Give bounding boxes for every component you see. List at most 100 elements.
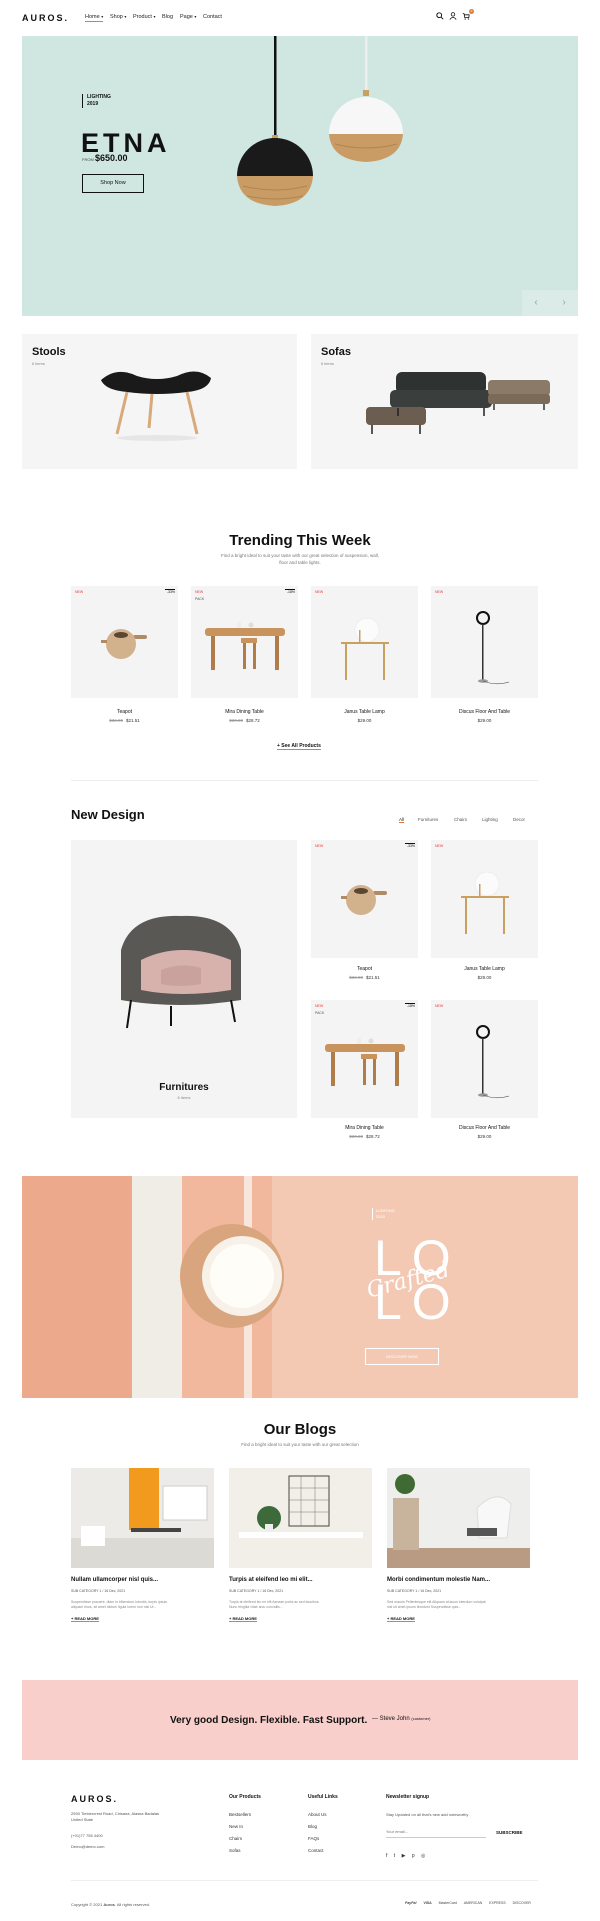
blog-title[interactable]: Morbi condimentum molestie Nam... [387,1577,490,1583]
nav-product[interactable]: Product ▾ [133,14,156,20]
promo-banner: LIGHTING 2019 LO LO Crafted DISCOVER NOW [22,1176,578,1398]
dining-table-image [325,1038,405,1086]
newsletter-text: Stay Updated on all that's new add notew… [386,1812,469,1817]
footer-logo[interactable]: AUROS. [71,1794,118,1804]
twitter-icon[interactable]: t [394,1853,395,1859]
blog-title[interactable]: Turpis at eleifend leo mi elit... [229,1577,313,1583]
footer-link[interactable]: Chairs [229,1836,242,1841]
tab-all[interactable]: All [399,817,405,823]
blog-title[interactable]: Nullam ullamcorper nisl quis... [71,1577,158,1583]
copyright: Copyright © 2021 Auros. All rights reser… [71,1902,150,1907]
product-card[interactable]: NEW [431,586,538,698]
discover-now-button[interactable]: DISCOVER NOW [365,1348,439,1365]
subscribe-button[interactable]: SUBSCRIBE [496,1830,523,1835]
blog-excerpt: Suspendisse posuere, diam in bibendum lo… [71,1600,168,1609]
read-more-link[interactable]: + READ MORE [71,1616,99,1622]
product-card[interactable]: NEW [431,1000,538,1118]
see-all-products-link[interactable]: + See All Products [277,743,321,750]
product-card[interactable]: NEW PACK -18% [191,586,298,698]
footer-link[interactable]: Sofas [229,1848,241,1853]
blog-image[interactable] [71,1468,214,1568]
footer-links-heading: Useful Links [308,1794,338,1800]
hero-price: $650.00 [95,153,128,163]
shop-now-button[interactable]: Shop Now [82,174,144,193]
blog-meta: SUB CATEGORY 1 / 16 Dec, 2021 [71,1589,126,1593]
nav-contact[interactable]: Contact [203,14,222,20]
pack-badge: PACK [315,1011,325,1015]
product-name[interactable]: Mira Dining Table [191,709,298,715]
trending-title: Trending This Week [229,532,371,549]
wall-lamp-image [180,1224,284,1328]
logo[interactable]: AUROS. [22,13,69,23]
dining-table-image [205,622,285,670]
footer-link[interactable]: FAQs [308,1836,319,1841]
product-card[interactable]: NEW [431,840,538,958]
blog-image[interactable] [387,1468,530,1568]
divider [71,780,538,781]
product-name[interactable]: Janus Table Lamp [431,966,538,972]
sofa-image [366,372,551,444]
footer-products-heading: Our Products [229,1794,261,1800]
product-name[interactable]: Mira Dining Table [311,1125,418,1131]
hero-next-button[interactable]: › [550,290,578,316]
discount-badge: -33% [165,589,175,594]
category-stools[interactable]: Stools 6 items [22,334,297,469]
user-icon[interactable] [448,12,458,22]
nav-page[interactable]: Page ▾ [180,14,196,20]
tab-furnitures[interactable]: Furnitures [418,817,438,822]
product-price: $30.00 $28.72 [349,1134,380,1139]
table-lamp-image [461,871,509,934]
hero-slider: LIGHTING 2019 ETNA FROM $650.00 Shop Now … [22,36,578,316]
tab-chairs[interactable]: Chairs [454,817,467,822]
read-more-link[interactable]: + READ MORE [229,1616,257,1622]
tagline-author: — Steve John (customer) [372,1716,431,1722]
product-name[interactable]: Discus Floor And Table [431,1125,538,1131]
product-card[interactable]: NEW -33% [311,840,418,958]
nav-home[interactable]: Home ▾ [85,14,104,22]
product-price: $29.00 [477,975,492,980]
product-price: $29.00 [357,718,372,723]
product-price: $32.00 $21.51 [109,718,140,723]
product-card[interactable]: NEW -33% [71,586,178,698]
product-card[interactable]: NEW PACK -18% [311,1000,418,1118]
product-name[interactable]: Janus Table Lamp [311,709,418,715]
blog-image[interactable] [229,1468,372,1568]
new-design-title: New Design [71,807,145,822]
site-header: AUROS. Home ▾ Shop ▾ Product ▾ Blog Page… [0,0,600,36]
furnitures-feature-card[interactable]: Furnitures 6 items [71,840,297,1118]
new-badge: NEW [315,1004,324,1008]
product-name[interactable]: Teapot [71,709,178,715]
cart-count-badge: 0 [469,9,474,14]
feature-count: 6 items [177,1095,191,1100]
pinterest-icon[interactable]: p [412,1853,415,1859]
new-badge: NEW [435,1004,444,1008]
footer-link[interactable]: Contact [308,1848,324,1853]
armchair-image [121,915,241,1029]
paypal-icon: PayPal [405,1901,417,1905]
footer-link[interactable]: Blog [308,1824,317,1829]
footer-email[interactable]: Demo@demo.com [71,1844,104,1849]
instagram-icon[interactable]: ◎ [421,1853,425,1859]
banner-tag: LIGHTING 2019 [372,1208,395,1220]
read-more-link[interactable]: + READ MORE [387,1616,415,1622]
product-name[interactable]: Teapot [311,966,418,972]
nav-shop[interactable]: Shop ▾ [110,14,126,20]
product-card[interactable]: NEW [311,586,418,698]
category-sofas[interactable]: Sofas 6 items [311,334,578,469]
facebook-icon[interactable]: f [386,1853,387,1859]
nav-blog[interactable]: Blog [162,14,173,20]
product-price: $29.00 [477,718,492,723]
tab-lighting[interactable]: Lighting [482,817,498,822]
newsletter-email-input[interactable] [386,1826,486,1838]
product-name[interactable]: Discus Floor And Table [431,709,538,715]
cart-icon[interactable]: 0 [461,9,474,22]
footer-link[interactable]: New In [229,1824,243,1829]
hero-prev-button[interactable]: ‹ [522,290,550,316]
pack-badge: PACK [195,597,205,601]
youtube-icon[interactable]: ▶ [402,1853,406,1859]
tab-decor[interactable]: Decor [513,817,525,822]
floor-lamp-image [476,611,510,685]
footer-link[interactable]: Bestsellers [229,1812,251,1817]
footer-link[interactable]: About Us [308,1812,327,1817]
search-icon[interactable] [435,12,445,22]
